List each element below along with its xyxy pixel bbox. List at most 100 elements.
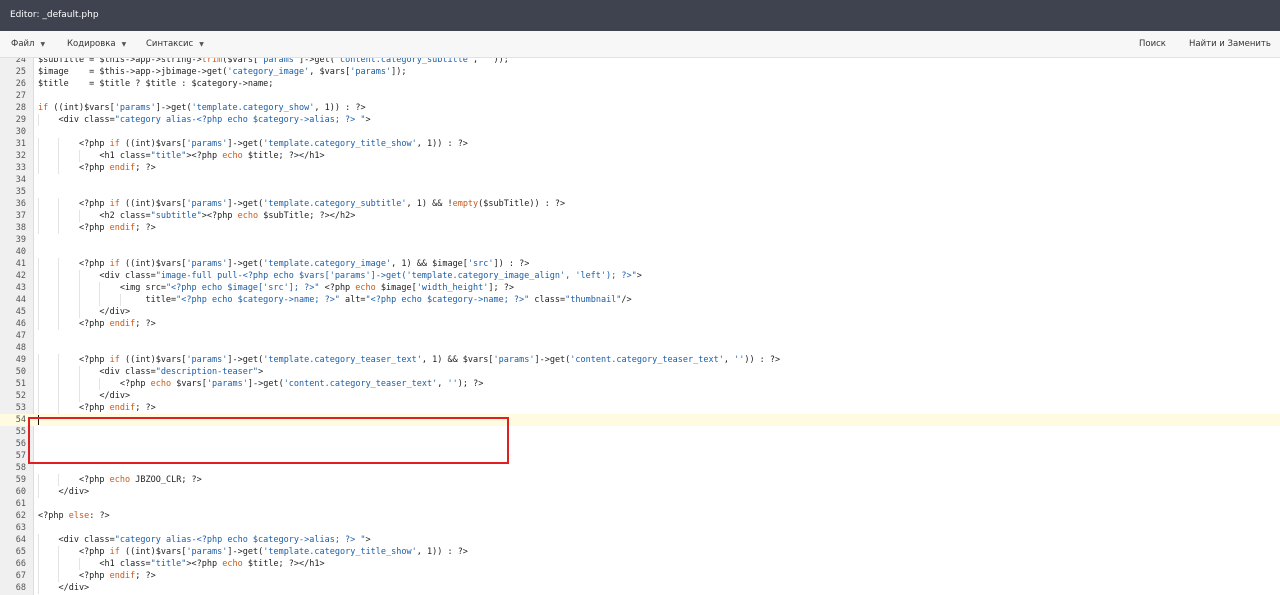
code-line[interactable]: 36 <?php if ((int)$vars['params']->get('… <box>0 198 1280 210</box>
code-line[interactable]: 65 <?php if ((int)$vars['params']->get('… <box>0 546 1280 558</box>
code-line[interactable]: 28 if ((int)$vars['params']->get('templat… <box>0 102 1280 114</box>
line-number: 68 <box>15 583 26 593</box>
code-line[interactable]: 60 </div> <box>0 486 1280 498</box>
window-titlebar: Editor: _default.php <box>0 0 1280 31</box>
code-text: <h1 class="title"><?php echo $title; ?><… <box>38 151 325 161</box>
code-text: <?php endif; ?> <box>38 319 156 329</box>
line-number: 64 <box>15 535 26 545</box>
code-text: <?php if ((int)$vars['params']->get('tem… <box>38 139 468 149</box>
line-number: 47 <box>15 331 26 341</box>
code-line[interactable]: 42 <div class="image-full pull-<?php ech… <box>0 270 1280 282</box>
line-number: 62 <box>15 511 26 521</box>
code-line[interactable]: 38 <?php endif; ?> <box>0 222 1280 234</box>
code-line[interactable]: 51 <?php echo $vars['params']->get('cont… <box>0 378 1280 390</box>
code-line[interactable]: 64 <div class="category alias-<?php echo… <box>0 534 1280 546</box>
line-number: 34 <box>15 175 26 185</box>
code-line[interactable]: 47 <box>0 330 1280 342</box>
line-number: 57 <box>15 451 26 461</box>
code-line[interactable]: 50 <div class="description-teaser"> <box>0 366 1280 378</box>
menu-syntax[interactable]: Синтаксис ▼ <box>146 31 204 58</box>
code-line[interactable]: 49 <?php if ((int)$vars['params']->get('… <box>0 354 1280 366</box>
code-line[interactable]: 62 <?php else: ?> <box>0 510 1280 522</box>
code-text: <?php endif; ?> <box>38 403 156 413</box>
code-line[interactable]: 57 <box>0 450 1280 462</box>
find-replace-button[interactable]: Найти и Заменить <box>1189 31 1271 58</box>
code-line[interactable]: 61 <box>0 498 1280 510</box>
code-text: <?php if ((int)$vars['params']->get('tem… <box>38 355 781 365</box>
code-editor[interactable]: 24 $subTitle = $this->app->string->trim($… <box>0 58 1280 595</box>
menu-file[interactable]: Файл ▼ <box>11 31 45 58</box>
code-line[interactable]: 54 <box>0 414 1280 426</box>
code-line[interactable]: 55 <box>0 426 1280 438</box>
line-number: 32 <box>15 151 26 161</box>
menu-syntax-label: Синтаксис <box>146 39 194 49</box>
line-number: 45 <box>15 307 26 317</box>
line-number: 30 <box>15 127 26 137</box>
code-text: <?php endif; ?> <box>38 223 156 233</box>
code-line[interactable]: 25 $image = $this->app->jbimage->get('cat… <box>0 66 1280 78</box>
code-line[interactable]: 56 <box>0 438 1280 450</box>
code-line[interactable]: 66 <h1 class="title"><?php echo $title; … <box>0 558 1280 570</box>
code-text: if ((int)$vars['params']->get('template.… <box>38 103 366 113</box>
menu-encoding[interactable]: Кодировка ▼ <box>67 31 126 58</box>
code-line[interactable]: 33 <?php endif; ?> <box>0 162 1280 174</box>
line-number: 52 <box>15 391 26 401</box>
search-button[interactable]: Поиск <box>1139 31 1166 58</box>
line-number: 56 <box>15 439 26 449</box>
line-number: 54 <box>15 415 26 425</box>
code-text: $subTitle = $this->app->string->trim($va… <box>38 58 509 65</box>
code-line[interactable]: 46 <?php endif; ?> <box>0 318 1280 330</box>
code-text: <h2 class="subtitle"><?php echo $subTitl… <box>38 211 356 221</box>
line-number: 39 <box>15 235 26 245</box>
line-number: 65 <box>15 547 26 557</box>
code-line[interactable]: 48 <box>0 342 1280 354</box>
line-number: 44 <box>15 295 26 305</box>
code-line[interactable]: 26 $title = $title ? $title : $category->… <box>0 78 1280 90</box>
line-number: 60 <box>15 487 26 497</box>
code-text: <?php else: ?> <box>38 511 110 521</box>
code-line[interactable]: 35 <box>0 186 1280 198</box>
code-line[interactable]: 67 <?php endif; ?> <box>0 570 1280 582</box>
line-number: 42 <box>15 271 26 281</box>
code-line[interactable]: 31 <?php if ((int)$vars['params']->get('… <box>0 138 1280 150</box>
code-line[interactable]: 43 <img src="<?php echo $image['src']; ?… <box>0 282 1280 294</box>
line-number: 48 <box>15 343 26 353</box>
code-line[interactable]: 41 <?php if ((int)$vars['params']->get('… <box>0 258 1280 270</box>
search-button-label: Поиск <box>1139 39 1166 49</box>
code-text: <img src="<?php echo $image['src']; ?>" … <box>38 283 514 293</box>
chevron-down-icon: ▼ <box>40 41 46 48</box>
code-line[interactable]: 45 </div> <box>0 306 1280 318</box>
code-line[interactable]: 24 $subTitle = $this->app->string->trim($… <box>0 58 1280 66</box>
line-number: 59 <box>15 475 26 485</box>
menubar: Файл ▼ Кодировка ▼ Синтаксис ▼ Поиск Найти … <box>0 31 1280 58</box>
code-line[interactable]: 29 <div class="category alias-<?php echo… <box>0 114 1280 126</box>
chevron-down-icon: ▼ <box>121 41 127 48</box>
code-line[interactable]: 40 <box>0 246 1280 258</box>
line-number: 33 <box>15 163 26 173</box>
code-line[interactable]: 59 <?php echo JBZOO_CLR; ?> <box>0 474 1280 486</box>
code-text: $image = $this->app->jbimage->get('categ… <box>38 67 407 77</box>
line-number: 50 <box>15 367 26 377</box>
code-line[interactable]: 39 <box>0 234 1280 246</box>
code-line[interactable]: 27 <box>0 90 1280 102</box>
code-line[interactable]: 34 <box>0 174 1280 186</box>
code-line[interactable]: 68 </div> <box>0 582 1280 594</box>
line-number: 51 <box>15 379 26 389</box>
line-number: 29 <box>15 115 26 125</box>
line-number: 66 <box>15 559 26 569</box>
code-line[interactable]: 37 <h2 class="subtitle"><?php echo $subT… <box>0 210 1280 222</box>
code-line[interactable]: 58 <box>0 462 1280 474</box>
code-line[interactable]: 53 <?php endif; ?> <box>0 402 1280 414</box>
code-line[interactable]: 52 </div> <box>0 390 1280 402</box>
code-text: </div> <box>38 307 131 317</box>
code-line[interactable]: 32 <h1 class="title"><?php echo $title; … <box>0 150 1280 162</box>
code-line[interactable]: 63 <box>0 522 1280 534</box>
line-number: 37 <box>15 211 26 221</box>
line-number: 27 <box>15 91 26 101</box>
line-number: 53 <box>15 403 26 413</box>
code-line[interactable]: 30 <box>0 126 1280 138</box>
line-number: 25 <box>15 67 26 77</box>
code-line[interactable]: 44 title="<?php echo $category->name; ?>… <box>0 294 1280 306</box>
chevron-down-icon: ▼ <box>199 41 204 48</box>
line-number: 43 <box>15 283 26 293</box>
